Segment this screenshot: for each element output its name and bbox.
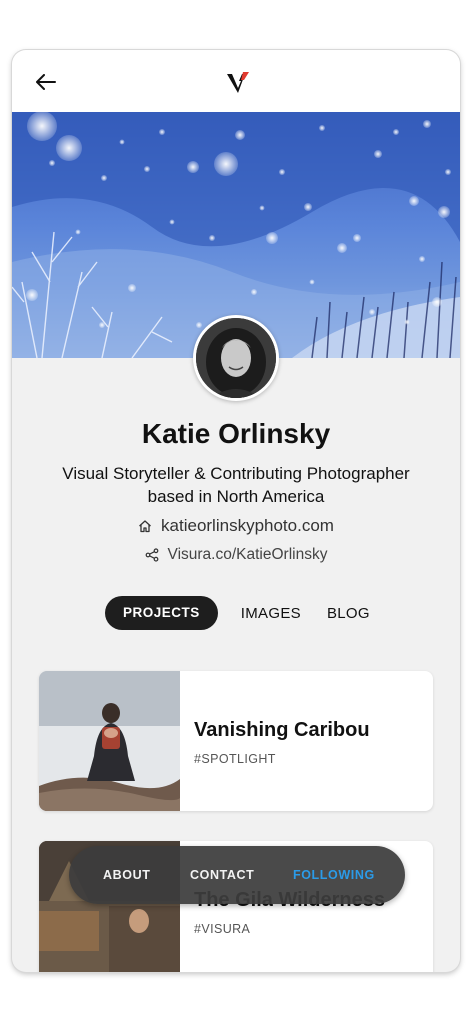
share-icon	[145, 548, 158, 562]
website-text: katieorlinskyphoto.com	[161, 516, 334, 535]
app-window: Katie Orlinsky Visual Storyteller & Cont…	[12, 50, 460, 972]
visura-logo[interactable]	[226, 69, 250, 95]
bottom-nav: ABOUT CONTACT FOLLOWING	[69, 846, 405, 904]
project-thumbnail	[39, 671, 180, 811]
bio-line-1: Visual Storyteller & Contributing Photog…	[62, 464, 410, 483]
project-card[interactable]: Vanishing Caribou #SPOTLIGHT	[39, 671, 433, 811]
nav-about[interactable]: ABOUT	[103, 846, 150, 904]
back-button[interactable]	[34, 70, 58, 94]
profile-link-text: Visura.co/KatieOrlinsky	[167, 546, 328, 563]
project-tag[interactable]: #SPOTLIGHT	[194, 752, 276, 766]
content-tabs: PROJECTS IMAGES BLOG	[105, 596, 370, 630]
nav-contact[interactable]: CONTACT	[190, 846, 254, 904]
tab-projects[interactable]: PROJECTS	[105, 596, 218, 630]
top-bar	[12, 50, 460, 112]
nav-following[interactable]: FOLLOWING	[293, 846, 375, 904]
profile-bio: Visual Storyteller & Contributing Photog…	[36, 462, 436, 508]
profile-photo	[196, 318, 276, 398]
website-link[interactable]: katieorlinskyphoto.com	[12, 516, 460, 536]
project-title: Vanishing Caribou	[194, 719, 370, 741]
tab-images[interactable]: IMAGES	[241, 605, 301, 622]
avatar[interactable]	[193, 315, 279, 401]
tab-blog[interactable]: BLOG	[327, 605, 370, 622]
arrow-left-icon	[36, 74, 56, 90]
bio-line-2: based in North America	[147, 487, 325, 506]
profile-name: Katie Orlinsky	[141, 418, 331, 449]
profile-link[interactable]: Visura.co/KatieOrlinsky	[12, 546, 460, 564]
home-icon	[139, 520, 151, 533]
project-tag[interactable]: #VISURA	[194, 922, 250, 936]
